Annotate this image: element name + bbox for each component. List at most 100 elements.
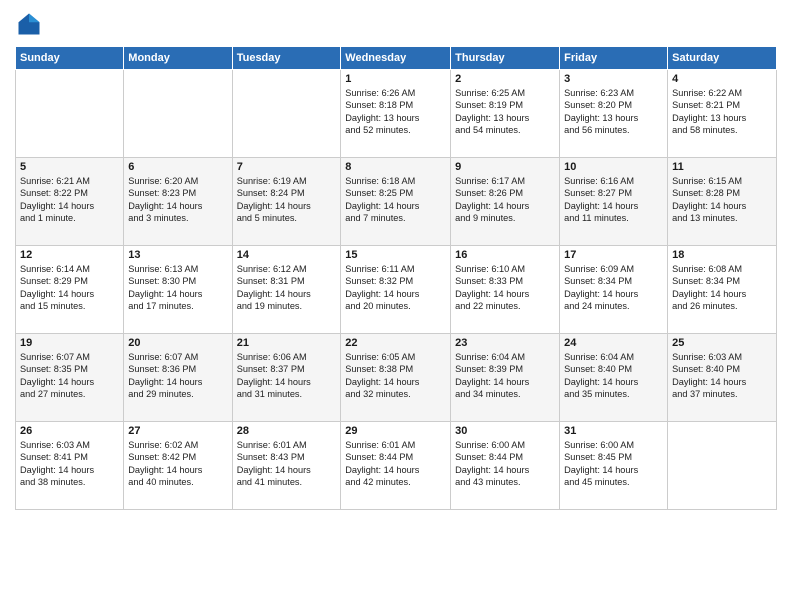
day-number: 1 [345, 73, 446, 85]
day-info: Sunrise: 6:09 AM Sunset: 8:34 PM Dayligh… [564, 263, 663, 313]
day-number: 18 [672, 249, 772, 261]
day-number: 29 [345, 425, 446, 437]
calendar-cell: 16Sunrise: 6:10 AM Sunset: 8:33 PM Dayli… [451, 246, 560, 334]
calendar-cell: 12 Sunrise: 6:14 AM Sunset: 8:29 PM Dayli… [16, 246, 124, 334]
calendar-cell: 18 Sunrise: 6:08 AM Sunset: 8:34 PM Dayli… [668, 246, 777, 334]
week-row-0: 1 Sunrise: 6:26 AM Sunset: 8:18 PM Daylig… [16, 70, 777, 158]
day-info: Sunrise: 6:02 AM Sunset: 8:42 PM Dayligh… [128, 439, 227, 489]
weekday-tuesday: Tuesday [232, 47, 341, 70]
page: SundayMondayTuesdayWednesdayThursdayFrid… [0, 0, 792, 612]
week-row-3: 19 Sunrise: 6:07 AM Sunset: 8:35 PM Dayli… [16, 334, 777, 422]
calendar-cell: 25 Sunrise: 6:03 AM Sunset: 8:40 PM Dayli… [668, 334, 777, 422]
calendar-cell: 6 Sunrise: 6:20 AM Sunset: 8:23 PM Daylig… [124, 158, 232, 246]
calendar-cell: 3 Sunrise: 6:23 AM Sunset: 8:20 PM Daylig… [560, 70, 668, 158]
day-number: 14 [237, 249, 337, 261]
calendar-cell [124, 70, 232, 158]
calendar-cell: 2 Sunrise: 6:25 AM Sunset: 8:19 PM Daylig… [451, 70, 560, 158]
day-number: 20 [128, 337, 227, 349]
calendar-cell: 26Sunrise: 6:03 AM Sunset: 8:41 PM Dayli… [16, 422, 124, 510]
calendar-cell: 9 Sunrise: 6:17 AM Sunset: 8:26 PM Daylig… [451, 158, 560, 246]
day-number: 28 [237, 425, 337, 437]
day-number: 2 [455, 73, 555, 85]
day-number: 16 [455, 249, 555, 261]
day-number: 17 [564, 249, 663, 261]
day-number: 24 [564, 337, 663, 349]
day-info: Sunrise: 6:13 AM Sunset: 8:30 PM Dayligh… [128, 263, 227, 313]
day-info: Sunrise: 6:04 AM Sunset: 8:39 PM Dayligh… [455, 351, 555, 401]
day-info: Sunrise: 6:19 AM Sunset: 8:24 PM Dayligh… [237, 175, 337, 225]
day-number: 27 [128, 425, 227, 437]
day-number: 22 [345, 337, 446, 349]
day-number: 21 [237, 337, 337, 349]
day-info: Sunrise: 6:01 AM Sunset: 8:43 PM Dayligh… [237, 439, 337, 489]
day-info: Sunrise: 6:18 AM Sunset: 8:25 PM Dayligh… [345, 175, 446, 225]
calendar-cell: 14 Sunrise: 6:12 AM Sunset: 8:31 PM Dayli… [232, 246, 341, 334]
calendar-cell [16, 70, 124, 158]
day-number: 3 [564, 73, 663, 85]
day-info: Sunrise: 6:20 AM Sunset: 8:23 PM Dayligh… [128, 175, 227, 225]
day-number: 10 [564, 161, 663, 173]
weekday-saturday: Saturday [668, 47, 777, 70]
day-info: Sunrise: 6:25 AM Sunset: 8:19 PM Dayligh… [455, 87, 555, 137]
day-info: Sunrise: 6:14 AM Sunset: 8:29 PM Dayligh… [20, 263, 119, 313]
calendar: SundayMondayTuesdayWednesdayThursdayFrid… [15, 46, 777, 510]
day-number: 26 [20, 425, 119, 437]
calendar-cell: 13 Sunrise: 6:13 AM Sunset: 8:30 PM Dayli… [124, 246, 232, 334]
calendar-cell: 22 Sunrise: 6:05 AM Sunset: 8:38 PM Dayli… [341, 334, 451, 422]
day-number: 25 [672, 337, 772, 349]
calendar-cell: 8Sunrise: 6:18 AM Sunset: 8:25 PM Daylig… [341, 158, 451, 246]
calendar-cell: 15 Sunrise: 6:11 AM Sunset: 8:32 PM Dayli… [341, 246, 451, 334]
day-number: 31 [564, 425, 663, 437]
day-number: 30 [455, 425, 555, 437]
calendar-cell: 10Sunrise: 6:16 AM Sunset: 8:27 PM Dayli… [560, 158, 668, 246]
day-info: Sunrise: 6:07 AM Sunset: 8:36 PM Dayligh… [128, 351, 227, 401]
day-info: Sunrise: 6:03 AM Sunset: 8:40 PM Dayligh… [672, 351, 772, 401]
day-info: Sunrise: 6:12 AM Sunset: 8:31 PM Dayligh… [237, 263, 337, 313]
calendar-body: 1 Sunrise: 6:26 AM Sunset: 8:18 PM Daylig… [16, 70, 777, 510]
weekday-sunday: Sunday [16, 47, 124, 70]
day-info: Sunrise: 6:01 AM Sunset: 8:44 PM Dayligh… [345, 439, 446, 489]
day-number: 15 [345, 249, 446, 261]
weekday-wednesday: Wednesday [341, 47, 451, 70]
day-number: 7 [237, 161, 337, 173]
calendar-header: SundayMondayTuesdayWednesdayThursdayFrid… [16, 47, 777, 70]
calendar-cell [232, 70, 341, 158]
day-info: Sunrise: 6:06 AM Sunset: 8:37 PM Dayligh… [237, 351, 337, 401]
calendar-cell: 24Sunrise: 6:04 AM Sunset: 8:40 PM Dayli… [560, 334, 668, 422]
calendar-cell: 29 Sunrise: 6:01 AM Sunset: 8:44 PM Dayli… [341, 422, 451, 510]
day-info: Sunrise: 6:00 AM Sunset: 8:45 PM Dayligh… [564, 439, 663, 489]
day-number: 4 [672, 73, 772, 85]
logo [15, 10, 47, 38]
weekday-thursday: Thursday [451, 47, 560, 70]
day-info: Sunrise: 6:17 AM Sunset: 8:26 PM Dayligh… [455, 175, 555, 225]
calendar-cell [668, 422, 777, 510]
week-row-2: 12 Sunrise: 6:14 AM Sunset: 8:29 PM Dayli… [16, 246, 777, 334]
day-info: Sunrise: 6:05 AM Sunset: 8:38 PM Dayligh… [345, 351, 446, 401]
calendar-cell: 28 Sunrise: 6:01 AM Sunset: 8:43 PM Dayli… [232, 422, 341, 510]
day-info: Sunrise: 6:22 AM Sunset: 8:21 PM Dayligh… [672, 87, 772, 137]
day-info: Sunrise: 6:08 AM Sunset: 8:34 PM Dayligh… [672, 263, 772, 313]
day-info: Sunrise: 6:07 AM Sunset: 8:35 PM Dayligh… [20, 351, 119, 401]
day-number: 6 [128, 161, 227, 173]
day-number: 13 [128, 249, 227, 261]
calendar-cell: 31 Sunrise: 6:00 AM Sunset: 8:45 PM Dayli… [560, 422, 668, 510]
day-number: 12 [20, 249, 119, 261]
week-row-1: 5Sunrise: 6:21 AM Sunset: 8:22 PM Daylig… [16, 158, 777, 246]
weekday-monday: Monday [124, 47, 232, 70]
day-info: Sunrise: 6:00 AM Sunset: 8:44 PM Dayligh… [455, 439, 555, 489]
day-number: 19 [20, 337, 119, 349]
day-info: Sunrise: 6:11 AM Sunset: 8:32 PM Dayligh… [345, 263, 446, 313]
day-number: 5 [20, 161, 119, 173]
logo-icon [15, 10, 43, 38]
day-number: 11 [672, 161, 772, 173]
weekday-friday: Friday [560, 47, 668, 70]
day-info: Sunrise: 6:23 AM Sunset: 8:20 PM Dayligh… [564, 87, 663, 137]
calendar-cell: 11Sunrise: 6:15 AM Sunset: 8:28 PM Dayli… [668, 158, 777, 246]
calendar-cell: 4 Sunrise: 6:22 AM Sunset: 8:21 PM Daylig… [668, 70, 777, 158]
day-info: Sunrise: 6:26 AM Sunset: 8:18 PM Dayligh… [345, 87, 446, 137]
calendar-cell: 1 Sunrise: 6:26 AM Sunset: 8:18 PM Daylig… [341, 70, 451, 158]
weekday-row: SundayMondayTuesdayWednesdayThursdayFrid… [16, 47, 777, 70]
calendar-cell: 19 Sunrise: 6:07 AM Sunset: 8:35 PM Dayli… [16, 334, 124, 422]
day-number: 23 [455, 337, 555, 349]
day-number: 9 [455, 161, 555, 173]
